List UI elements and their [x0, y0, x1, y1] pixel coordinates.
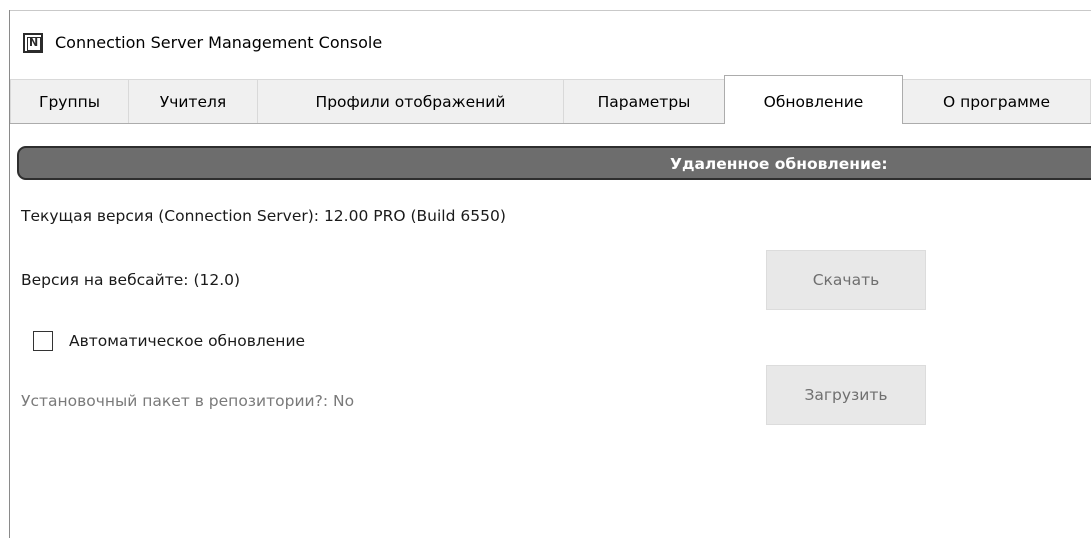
tab-teachers[interactable]: Учителя: [128, 79, 258, 123]
auto-update-checkbox[interactable]: [33, 331, 53, 351]
tab-about[interactable]: О программе: [902, 79, 1091, 123]
main-window: N Connection Server Management Console Г…: [0, 0, 1091, 538]
load-button[interactable]: Загрузить: [766, 365, 926, 425]
app-icon-glyph: N: [29, 36, 39, 49]
section-header-title: Удаленное обновление:: [670, 155, 888, 173]
tab-display-profiles[interactable]: Профили отображений: [257, 79, 564, 123]
tab-groups[interactable]: Группы: [10, 79, 129, 123]
download-button[interactable]: Скачать: [766, 250, 926, 310]
tab-parameters[interactable]: Параметры: [563, 79, 725, 123]
window-title: Connection Server Management Console: [55, 33, 383, 52]
tab-bar-baseline: [10, 123, 1091, 124]
current-version-label: Текущая версия (Connection Server): 12.0…: [21, 207, 506, 225]
tab-update[interactable]: Обновление: [724, 75, 903, 124]
section-header: Удаленное обновление:: [17, 146, 1091, 180]
app-n-icon: N: [23, 33, 43, 53]
repository-package-label: Установочный пакет в репозитории?: No: [21, 392, 355, 410]
tab-bar: Группы Учителя Профили отображений Парам…: [10, 75, 1091, 124]
website-version-label: Версия на вебсайте: (12.0): [21, 271, 241, 289]
auto-update-label: Автоматическое обновление: [69, 332, 306, 350]
